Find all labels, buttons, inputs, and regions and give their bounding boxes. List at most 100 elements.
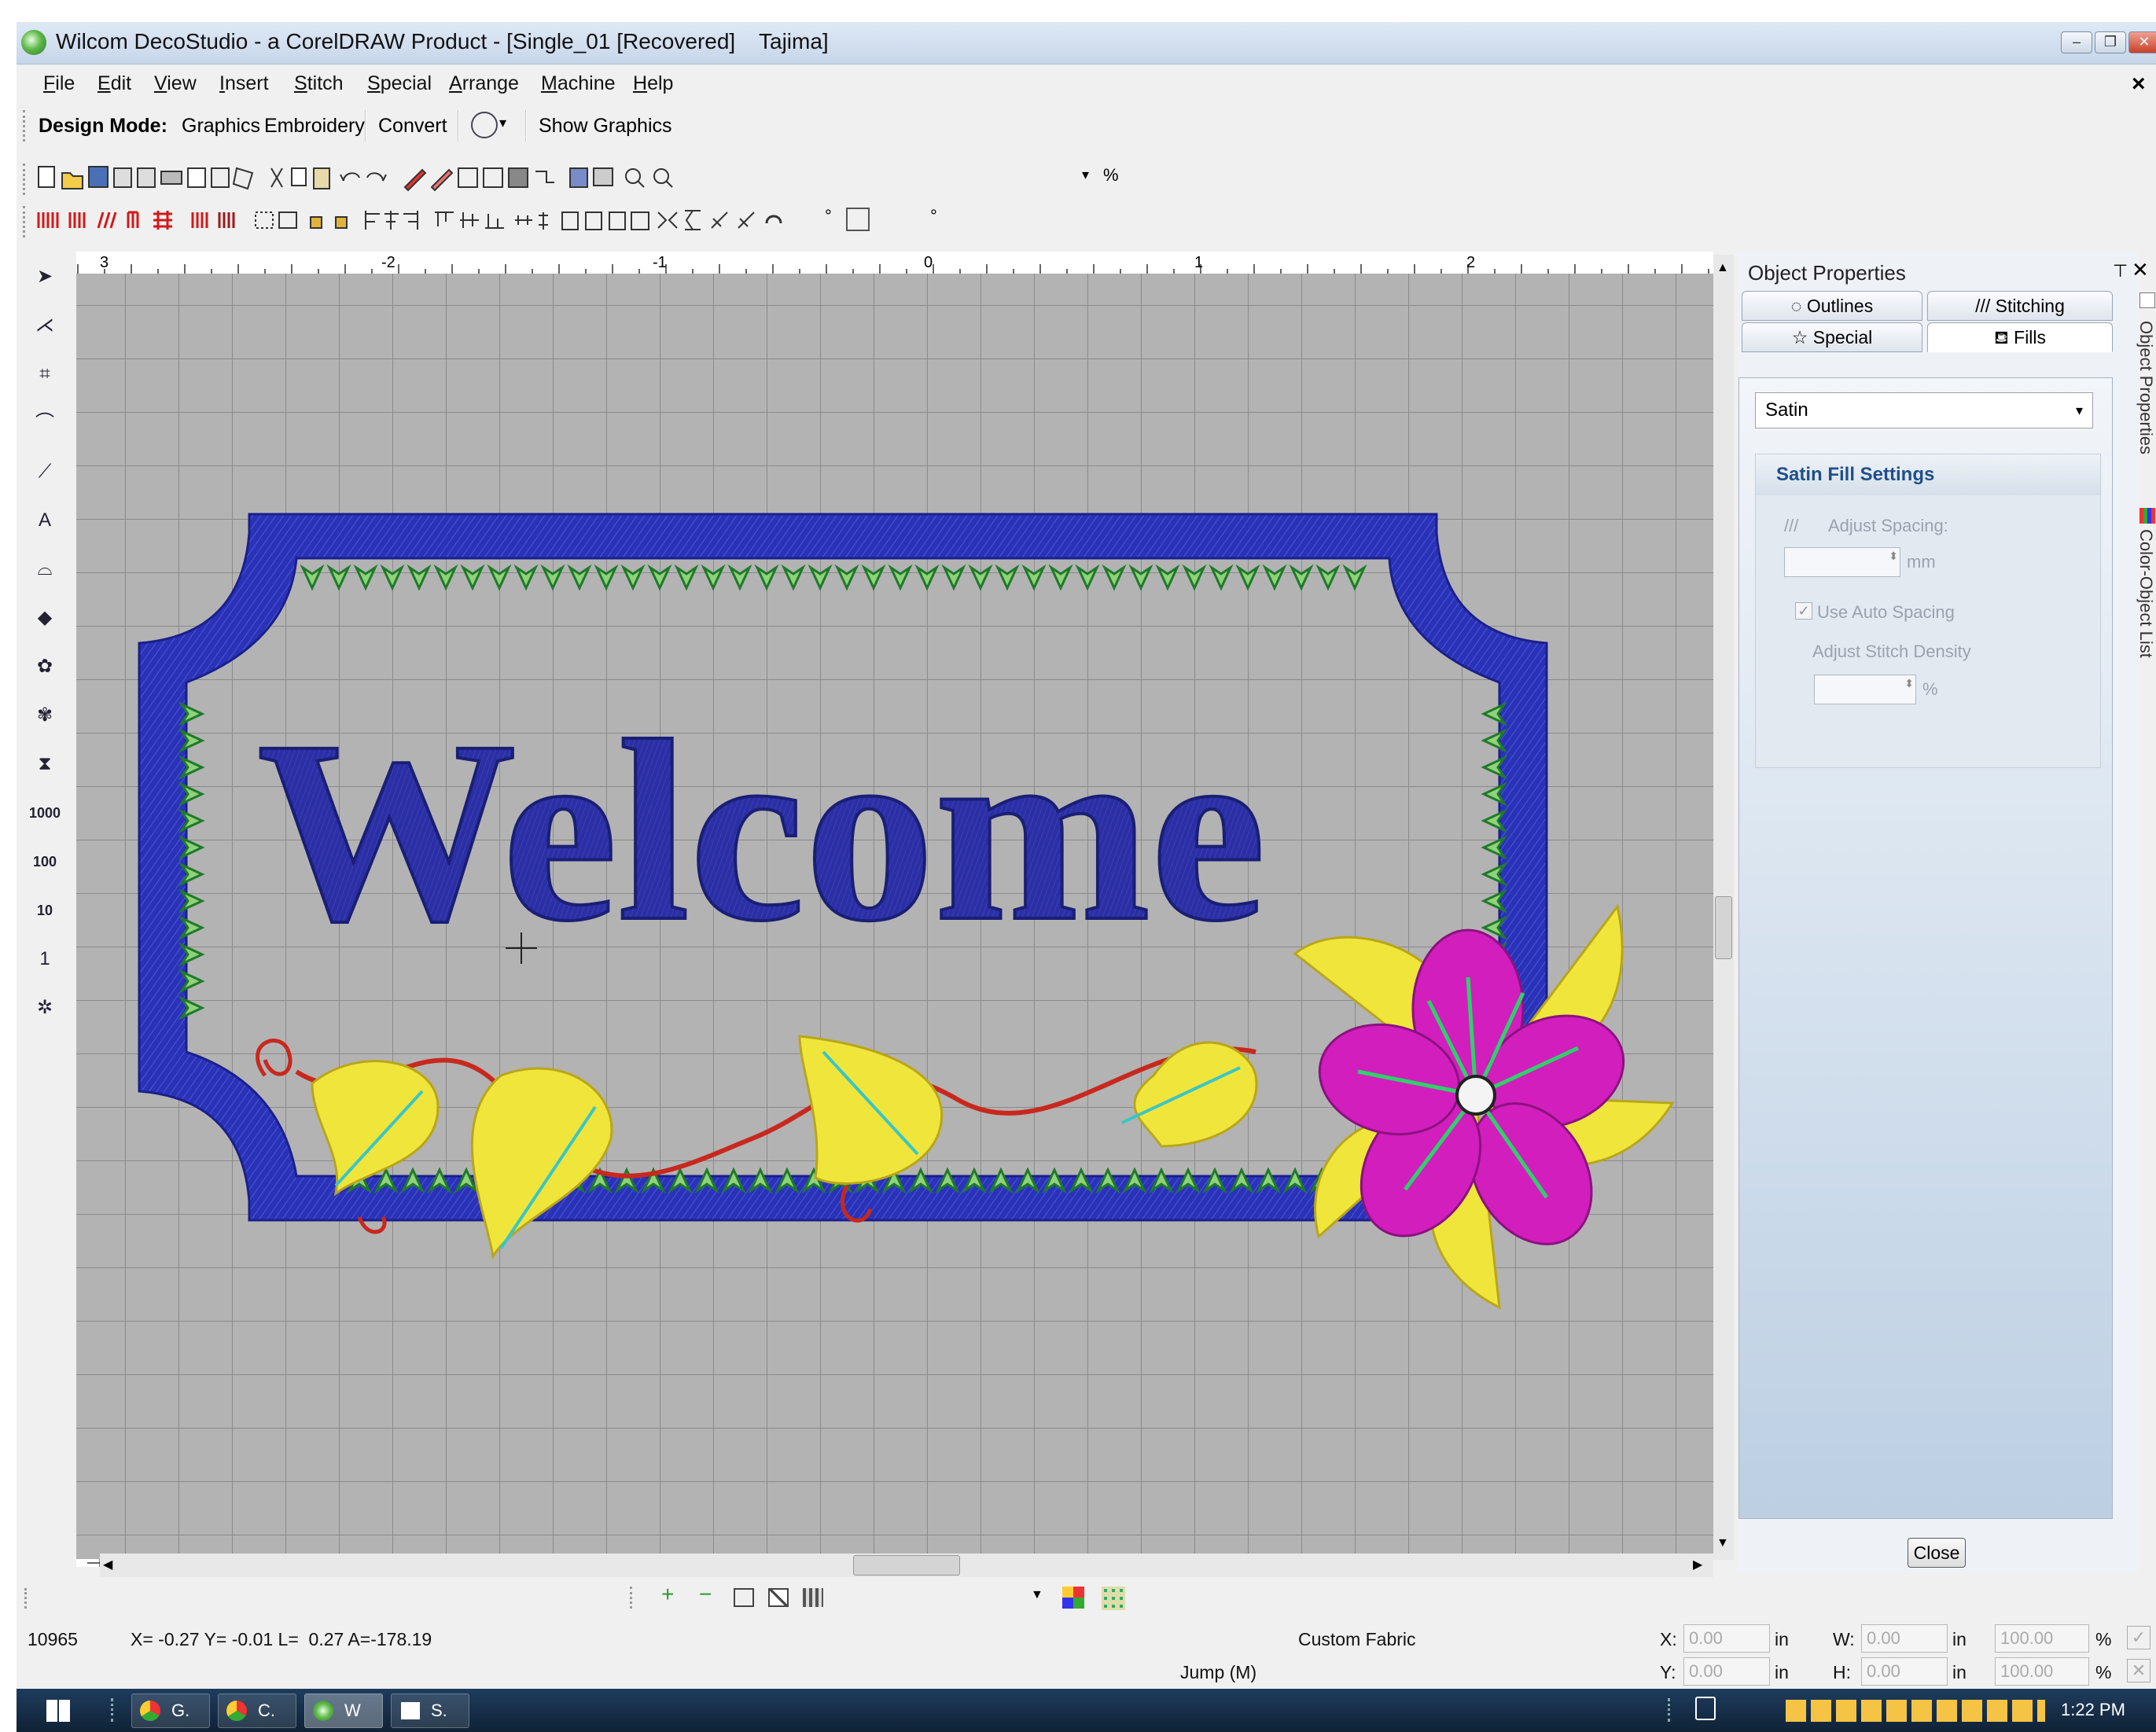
- taskbar-chrome-2[interactable]: C.: [218, 1693, 296, 1728]
- menu-insert[interactable]: Insert: [219, 72, 269, 95]
- menu-special[interactable]: Special: [367, 72, 432, 95]
- close-document-icon[interactable]: ×: [2132, 71, 2146, 97]
- menu-machine[interactable]: Machine: [541, 72, 616, 95]
- chevron-down-icon[interactable]: ▾: [499, 115, 506, 131]
- vertical-scrollbar[interactable]: ▲ ▼: [1713, 255, 1734, 1560]
- sequence-icon[interactable]: ⧗: [28, 747, 62, 781]
- spacing-unit: mm: [1907, 552, 1936, 572]
- elements-icon[interactable]: ◆: [28, 601, 62, 635]
- width-input[interactable]: 0.00: [1861, 1624, 1948, 1653]
- globe-icon[interactable]: [471, 112, 498, 138]
- auto-fabric-icon[interactable]: ✿: [28, 649, 62, 684]
- scroll-right-icon[interactable]: ▶: [1693, 1557, 1702, 1572]
- stitch-10-icon[interactable]: 10: [28, 893, 62, 928]
- scroll-left-icon[interactable]: ◀: [103, 1557, 112, 1572]
- zoom-dropdown-icon[interactable]: ▾: [1082, 167, 1089, 183]
- rotation-angle-input[interactable]: [771, 209, 826, 231]
- menu-help[interactable]: Help: [633, 72, 673, 95]
- object-properties-side-tab[interactable]: Object Properties: [2136, 321, 2156, 454]
- cancel-icon[interactable]: ✕: [2127, 1659, 2150, 1682]
- monogramming-icon[interactable]: ⌓: [28, 552, 62, 587]
- system-tray-icons[interactable]: [1786, 1700, 2045, 1722]
- toolbar-grip[interactable]: [23, 164, 26, 195]
- thread-chart-icon[interactable]: [803, 1588, 823, 1607]
- docker-tabs: Object Properties Color-Object List: [2136, 289, 2156, 698]
- spinner-icon[interactable]: ⬍: [1904, 677, 1914, 690]
- convert-button[interactable]: Convert: [378, 115, 447, 138]
- height-percent-input[interactable]: 100.00: [1995, 1657, 2089, 1686]
- menu-stitch[interactable]: Stitch: [294, 72, 344, 95]
- color-wheel-icon[interactable]: [1102, 1587, 1125, 1610]
- horizontal-scroll-thumb[interactable]: [853, 1555, 960, 1576]
- color-palette-icon[interactable]: [1062, 1587, 1084, 1609]
- fill-type-select[interactable]: Satin ▾: [1755, 392, 2093, 428]
- stitch-100-icon[interactable]: 100: [28, 844, 62, 879]
- x-position-input[interactable]: 0.00: [1683, 1624, 1770, 1653]
- y-position-input[interactable]: 0.00: [1683, 1657, 1770, 1686]
- toolbar-grip[interactable]: [24, 1588, 28, 1609]
- start-icon[interactable]: [46, 1700, 70, 1722]
- tab-stitching[interactable]: /// Stitching: [1927, 291, 2113, 321]
- design-canvas[interactable]: Welcome: [76, 274, 1713, 1559]
- close-window-button[interactable]: ✕: [2128, 31, 2156, 53]
- minimize-button[interactable]: –: [2061, 31, 2092, 53]
- density-input[interactable]: ⬍: [1814, 675, 1916, 704]
- restore-button[interactable]: ❐: [2095, 31, 2126, 53]
- show-desktop-icon[interactable]: [1695, 1697, 1716, 1720]
- skew-angle-icon[interactable]: [846, 208, 870, 231]
- color-hand-icon[interactable]: [734, 1588, 754, 1607]
- width-percent-input[interactable]: 100.00: [1995, 1624, 2089, 1653]
- vertical-scroll-thumb[interactable]: [1715, 896, 1732, 959]
- close-button[interactable]: Close: [1908, 1538, 1966, 1568]
- scroll-up-icon[interactable]: ▲: [1716, 261, 1729, 275]
- reshape-object-icon[interactable]: ⋌: [28, 308, 62, 343]
- skew-angle-input[interactable]: [874, 209, 929, 231]
- w-percent-unit: %: [2095, 1629, 2112, 1649]
- embroidery-mode-button[interactable]: Embroidery: [264, 115, 365, 138]
- tab-fills[interactable]: ⛾ Fills: [1927, 322, 2113, 352]
- thread-chart-select[interactable]: [850, 1587, 1047, 1610]
- add-color-icon[interactable]: +: [661, 1582, 674, 1607]
- graphics-mode-button[interactable]: Graphics: [182, 115, 260, 138]
- menu-edit[interactable]: Edit: [97, 72, 131, 95]
- auto-spacing-checkbox[interactable]: ✓: [1795, 602, 1812, 620]
- no-color-icon[interactable]: [768, 1588, 789, 1607]
- measure-icon[interactable]: ⟋: [28, 454, 62, 489]
- travel-icon[interactable]: ✲: [28, 991, 62, 1025]
- taskbar-other[interactable]: S.: [391, 1693, 469, 1728]
- show-graphics-button[interactable]: Show Graphics: [539, 115, 672, 138]
- pin-icon[interactable]: ⊤: [2113, 261, 2128, 281]
- stitch-edit-icon[interactable]: ⌗: [28, 357, 62, 392]
- mirror-horizontal-icon: [657, 211, 678, 229]
- menu-view[interactable]: View: [154, 72, 197, 95]
- menu-arrange[interactable]: Arrange: [449, 72, 519, 95]
- taskbar-wilcom[interactable]: W: [304, 1693, 383, 1728]
- spinner-icon[interactable]: ⬍: [1889, 550, 1898, 563]
- scroll-down-icon[interactable]: ▼: [1716, 1536, 1729, 1550]
- top-ruler[interactable]: 3 -2 -1 0 1 2: [76, 252, 1713, 275]
- tab-special[interactable]: ☆ Special: [1742, 322, 1922, 352]
- toolbox: ➤ ⋌ ⌗ ⌒ ⟋ A ⌓ ◆ ✿ ✾ ⧗ 1000 100 10 1 ✲: [17, 255, 79, 1057]
- toolbar-grip[interactable]: [23, 110, 26, 142]
- chevron-down-icon[interactable]: ▼: [1031, 1588, 1043, 1602]
- menu-file[interactable]: File: [43, 72, 75, 95]
- remove-color-icon[interactable]: −: [699, 1582, 712, 1607]
- stitch-1000-icon[interactable]: 1000: [28, 796, 62, 830]
- close-panel-icon[interactable]: ✕: [2132, 258, 2149, 282]
- zoom-input[interactable]: [995, 165, 1082, 189]
- color-wheel-icon[interactable]: ✾: [28, 698, 62, 733]
- select-object-icon[interactable]: ➤: [28, 259, 62, 294]
- apply-icon[interactable]: ✓: [2127, 1626, 2150, 1649]
- color-object-list-side-tab[interactable]: Color-Object List: [2136, 529, 2156, 658]
- digitizing-tools-icon[interactable]: ⌒: [28, 406, 62, 440]
- spacing-input[interactable]: ⬍: [1784, 547, 1900, 577]
- taskbar-chrome-1[interactable]: G.: [131, 1693, 210, 1728]
- tab-outlines[interactable]: ◌ Outlines: [1742, 291, 1922, 321]
- toolbar-grip[interactable]: [23, 206, 26, 237]
- lettering-icon[interactable]: A: [28, 503, 62, 538]
- toolbar-grip[interactable]: [630, 1587, 633, 1609]
- stitch-1-icon[interactable]: 1: [28, 942, 62, 976]
- height-input[interactable]: 0.00: [1861, 1657, 1948, 1686]
- horizontal-scrollbar[interactable]: ◀ ▶: [100, 1554, 1713, 1577]
- save-as-icon: [113, 167, 132, 188]
